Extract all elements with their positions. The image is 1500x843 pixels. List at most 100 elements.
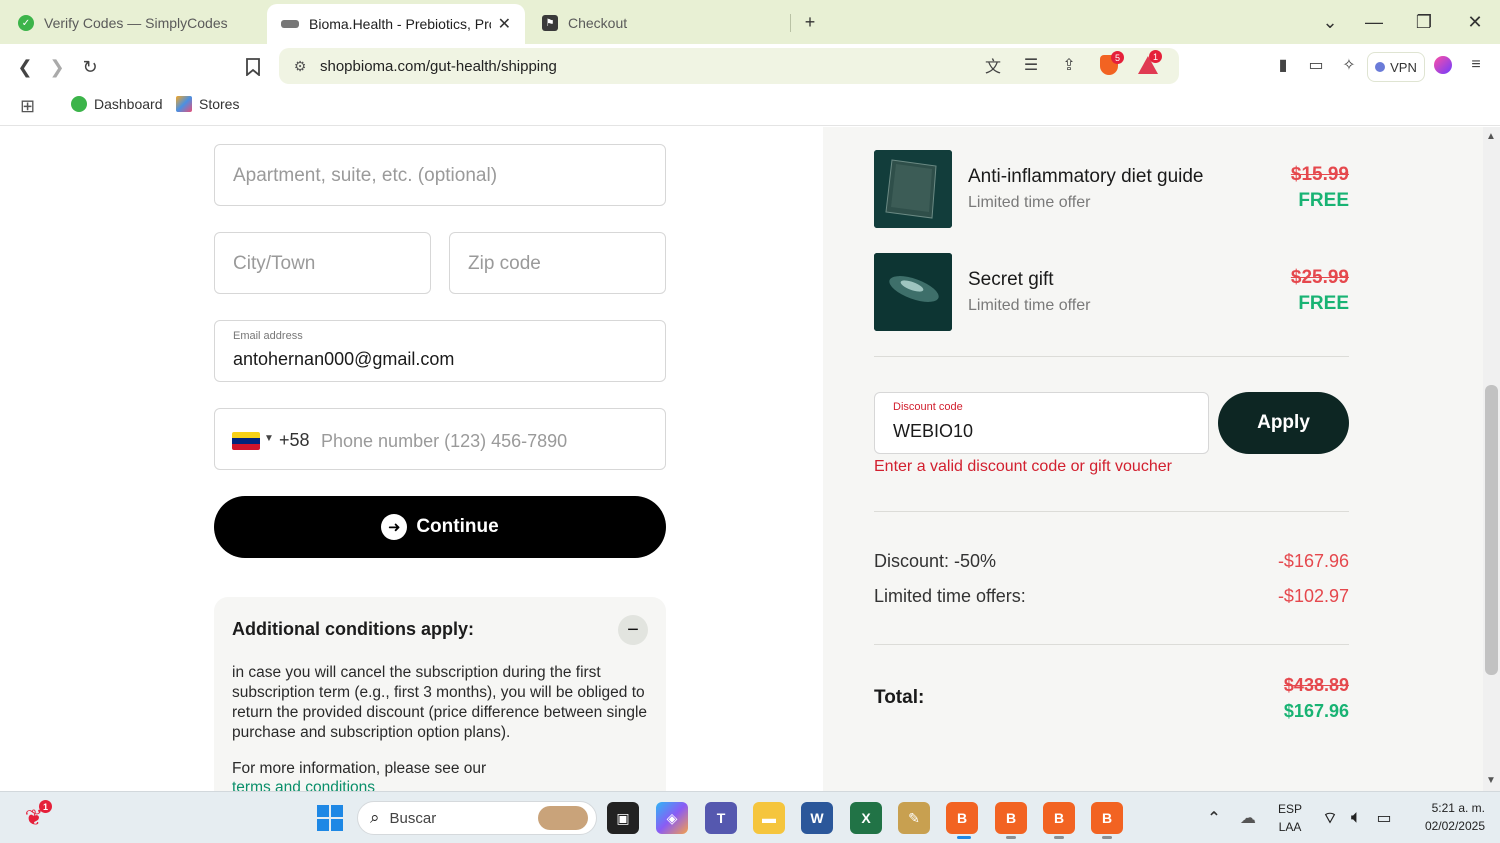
brave-icon[interactable]: B [1043, 802, 1075, 834]
continue-label: Continue [416, 516, 499, 537]
stores-icon [176, 96, 192, 112]
total-old-price: $438.89 [1283, 675, 1349, 695]
close-window-icon[interactable]: ✕ [1460, 8, 1490, 36]
apps-grid-icon[interactable]: ⊞ [20, 96, 35, 117]
brave-icon[interactable]: B [1091, 802, 1123, 834]
order-summary: Anti-inflammatory diet guide Limited tim… [823, 127, 1483, 791]
excel-icon[interactable]: X [850, 802, 882, 834]
wallet-icon[interactable]: ▭ [1303, 52, 1329, 78]
file-explorer-icon[interactable]: ▬ [753, 802, 785, 834]
forward-icon[interactable]: ❯ [43, 53, 71, 81]
battery-icon[interactable]: ▭ [1368, 802, 1400, 834]
share-icon[interactable]: ⇪ [1056, 52, 1082, 78]
scroll-down-icon[interactable]: ▼ [1486, 775, 1496, 786]
new-tab-icon[interactable]: + [795, 8, 825, 36]
apartment-field[interactable]: Apartment, suite, etc. (optional) [214, 144, 666, 206]
running-indicator [1006, 836, 1016, 839]
running-indicator [1102, 836, 1112, 839]
secret-gift-thumbnail [874, 253, 952, 331]
chevron-up-icon[interactable]: ⌃ [1198, 802, 1230, 834]
offer-old-price: $15.99 [1290, 164, 1349, 185]
scrollbar-thumb[interactable] [1485, 385, 1498, 675]
page-scrollbar[interactable]: ▲ ▼ [1483, 127, 1500, 791]
app-icon[interactable]: ✎ [898, 802, 930, 834]
language-top[interactable]: ESP [1270, 802, 1310, 816]
minimize-icon[interactable]: — [1359, 8, 1389, 36]
teams-icon[interactable]: T [705, 802, 737, 834]
reader-icon[interactable]: ☰ [1018, 52, 1044, 78]
leo-ai-icon[interactable]: ✧ [1336, 52, 1362, 78]
bookmark-icon[interactable] [239, 53, 267, 81]
tab-simplycodes[interactable]: ✓ Verify Codes — SimplyCodes [4, 6, 266, 40]
address-bar[interactable]: ⚙ shopbioma.com/gut-health/shipping [279, 48, 1179, 84]
diet-guide-thumbnail [874, 150, 952, 228]
continue-button[interactable]: ➜ Continue [214, 496, 666, 558]
active-indicator [957, 836, 971, 839]
chevron-down-icon[interactable]: ▼ [264, 433, 274, 444]
conditions-more: For more information, please see our [232, 760, 487, 777]
apply-button[interactable]: Apply [1218, 392, 1349, 454]
vpn-button[interactable]: VPN [1367, 52, 1425, 82]
discount-code-field[interactable]: Discount code WEBIO10 [874, 392, 1209, 454]
notification-badge: 1 [39, 800, 52, 813]
start-windows-icon[interactable] [314, 802, 346, 834]
brave-icon[interactable]: B [946, 802, 978, 834]
word-icon[interactable]: W [801, 802, 833, 834]
close-tab-icon[interactable]: ✕ [498, 14, 511, 34]
email-field[interactable]: Email address antohernan000@gmail.com [214, 320, 666, 382]
total-new-price: $167.96 [1283, 701, 1349, 721]
translate-icon[interactable]: 文 [980, 52, 1006, 78]
url-text[interactable]: shopbioma.com/gut-health/shipping [320, 58, 557, 75]
profile-icon[interactable] [1430, 52, 1456, 78]
windows-taskbar: ❦ 1 ⌕ Buscar ▣ ◈ T ▬ W X ✎ B B B B ⌃ ☁ ES… [0, 791, 1500, 843]
city-field[interactable]: City/Town [214, 232, 431, 294]
arrow-right-icon: ➜ [381, 514, 408, 540]
venezuela-flag-icon[interactable] [232, 432, 260, 450]
phone-placeholder: Phone number (123) 456-7890 [321, 431, 568, 451]
task-view-icon[interactable]: ▣ [607, 802, 639, 834]
conditions-title: Additional conditions apply: [232, 619, 474, 639]
apartment-placeholder: Apartment, suite, etc. (optional) [233, 165, 498, 186]
scroll-up-icon[interactable]: ▲ [1486, 131, 1496, 142]
discount-row: Discount: -50% -$167.96 [874, 551, 1349, 572]
clock-time[interactable]: 5:21 a. m. [1405, 801, 1485, 815]
tab-bar: ✓ Verify Codes — SimplyCodes Bioma.Healt… [0, 0, 1500, 44]
vpn-label: VPN [1390, 59, 1417, 75]
notification-app-icon[interactable]: ❦ 1 [18, 800, 52, 834]
running-indicator [1054, 836, 1064, 839]
summary-amount: -$167.96 [1277, 551, 1349, 571]
zip-field[interactable]: Zip code [449, 232, 666, 294]
brave-rewards-icon[interactable]: 1 [1135, 50, 1162, 78]
menu-icon[interactable]: ≡ [1463, 52, 1489, 78]
offers-row: Limited time offers: -$102.97 [874, 586, 1349, 607]
checkout-page: Apartment, suite, etc. (optional) City/T… [0, 127, 1500, 791]
maximize-icon[interactable]: ❐ [1409, 8, 1439, 36]
sidebar-icon[interactable]: ▮ [1270, 52, 1296, 78]
discount-value: WEBIO10 [893, 421, 974, 441]
language-bottom[interactable]: LAA [1270, 820, 1310, 834]
cloud-icon[interactable]: ☁ [1232, 802, 1264, 834]
tab-checkout[interactable]: ⚑ Checkout [528, 6, 778, 40]
reload-icon[interactable]: ↻ [76, 53, 104, 81]
collapse-minus-icon[interactable]: − [618, 615, 648, 645]
bookmark-stores[interactable]: Stores [176, 96, 239, 112]
summary-label: Limited time offers: [874, 586, 1026, 606]
offer-name: Secret gift [968, 269, 1054, 290]
tab-list-chevron-icon[interactable]: ⌄ [1315, 8, 1345, 36]
brave-icon[interactable]: B [995, 802, 1027, 834]
phone-prefix: +58 [279, 430, 310, 450]
taskbar-search[interactable]: ⌕ Buscar [357, 801, 597, 835]
discount-label: Discount code [893, 401, 963, 413]
conditions-body: in case you will cancel the subscription… [232, 664, 648, 741]
site-info-icon[interactable]: ⚙ [285, 58, 315, 75]
back-icon[interactable]: ❮ [11, 53, 39, 81]
terms-link[interactable]: terms and conditions [232, 779, 375, 791]
bookmark-dashboard[interactable]: Dashboard [71, 96, 163, 112]
tab-bioma[interactable]: Bioma.Health - Prebiotics, Prob ✕ [267, 4, 525, 44]
brave-shield-icon[interactable]: 5 [1096, 51, 1124, 78]
copilot-icon[interactable]: ◈ [656, 802, 688, 834]
phone-field[interactable]: ▼ +58 Phone number (123) 456-7890 [214, 408, 666, 470]
clock-date[interactable]: 02/02/2025 [1405, 819, 1485, 833]
checkout-icon: ⚑ [542, 15, 558, 31]
email-value: antohernan000@gmail.com [233, 349, 455, 369]
